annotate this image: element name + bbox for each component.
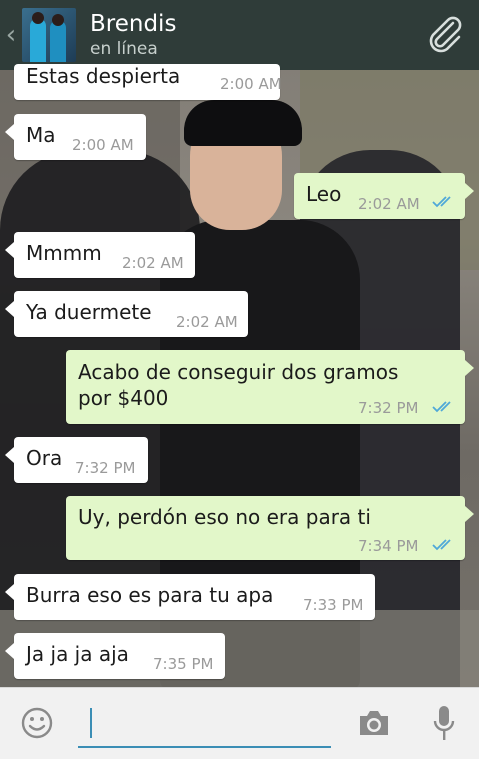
bubble-tail — [465, 183, 474, 199]
message-incoming[interactable]: Burra eso es para tu apa 7:33 PM — [5, 574, 375, 620]
avatar-head — [52, 14, 64, 26]
double-check-icon — [432, 539, 451, 551]
message-incoming[interactable]: Ja ja ja aja 7:35 PM — [5, 633, 225, 679]
message-incoming[interactable]: Ora 7:32 PM — [5, 437, 148, 483]
bubble-tail — [5, 301, 14, 317]
bubble-tail — [5, 242, 14, 258]
microphone-icon[interactable] — [432, 704, 456, 744]
text-cursor — [90, 708, 92, 738]
bubble-tail — [465, 360, 474, 376]
message-time: 7:33 PM — [303, 596, 364, 614]
message-time: 7:34 PM — [358, 537, 419, 555]
message-text-line-2: por $400 — [78, 386, 169, 410]
chat-header: ‹ Brendis en línea — [0, 0, 479, 70]
message-time: 2:02 AM — [358, 195, 420, 213]
camera-icon[interactable] — [357, 708, 391, 738]
bubble-tail — [5, 643, 14, 659]
avatar[interactable] — [22, 8, 76, 62]
avatar-head — [32, 12, 44, 24]
message-time: 7:35 PM — [153, 655, 214, 673]
message-text: Uy, perdón eso no era para ti — [78, 505, 371, 529]
wallpaper-cap — [184, 100, 302, 146]
message-time: 2:02 AM — [122, 254, 184, 272]
message-text: Burra eso es para tu apa — [26, 583, 274, 607]
message-input-bar — [0, 687, 479, 759]
smiley-icon[interactable] — [20, 706, 54, 740]
message-time: 2:02 AM — [176, 313, 238, 331]
double-check-icon — [432, 401, 451, 413]
message-incoming[interactable]: Mmmm 2:02 AM — [5, 232, 195, 278]
message-incoming[interactable]: Estas despierta 2:00 AM — [14, 64, 282, 100]
message-outgoing[interactable]: Uy, perdón eso no era para ti 7:34 PM — [66, 496, 474, 560]
message-text: Ora — [26, 446, 63, 470]
message-outgoing[interactable]: Acabo de conseguir dos gramos por $400 7… — [66, 350, 474, 424]
message-time: 7:32 PM — [358, 399, 419, 417]
contact-info[interactable]: Brendis en línea — [90, 10, 176, 60]
avatar-figure — [50, 20, 66, 62]
bubble-tail — [465, 506, 474, 522]
contact-name: Brendis — [90, 11, 177, 37]
message-time: 2:00 AM — [72, 136, 134, 154]
message-outgoing[interactable]: Leo 2:02 AM — [294, 173, 474, 219]
message-text: Leo — [306, 182, 342, 206]
message-incoming[interactable]: Ya duermete 2:02 AM — [5, 291, 248, 337]
message-time: 7:32 PM — [75, 459, 136, 477]
paperclip-icon[interactable] — [425, 15, 465, 55]
message-text: Acabo de conseguir dos gramos — [78, 360, 399, 384]
chevron-left-icon[interactable]: ‹ — [0, 0, 22, 70]
avatar-figure — [30, 18, 46, 62]
message-text: Mmmm — [26, 241, 102, 265]
message-incoming[interactable]: Ma 2:00 AM — [5, 114, 146, 160]
message-input[interactable] — [78, 696, 331, 748]
bubble-tail — [5, 447, 14, 463]
bubble-tail — [5, 584, 14, 600]
message-text: Ma — [26, 123, 56, 147]
message-time: 2:00 AM — [220, 75, 282, 93]
message-text: Ya duermete — [26, 300, 152, 324]
message-text: Estas despierta — [26, 64, 181, 88]
bubble-tail — [5, 124, 14, 140]
contact-status: en línea — [90, 39, 158, 59]
double-check-icon — [432, 196, 451, 208]
message-text: Ja ja ja aja — [26, 642, 129, 666]
